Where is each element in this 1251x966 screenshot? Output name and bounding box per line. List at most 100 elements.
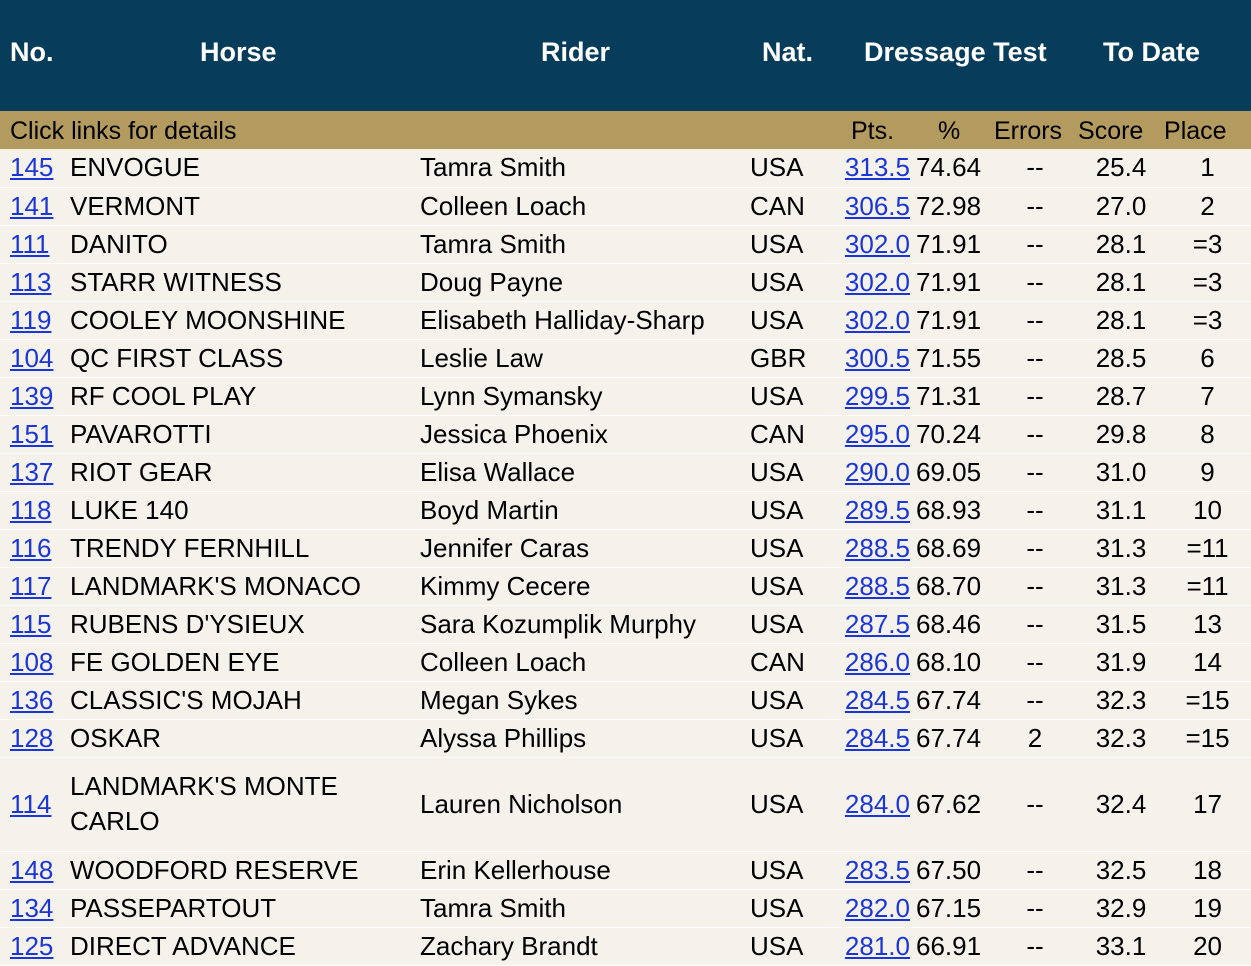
dressage-points-link[interactable]: 284.5 — [845, 723, 910, 753]
place-to-date: =3 — [1164, 263, 1251, 302]
entry-number-link[interactable]: 114 — [10, 789, 51, 819]
entry-number-link[interactable]: 136 — [10, 685, 53, 715]
dressage-points-link[interactable]: 288.5 — [845, 533, 910, 563]
subheader-pts: Pts. — [836, 111, 916, 149]
entry-number-link[interactable]: 119 — [10, 305, 51, 335]
nationality: CAN — [750, 643, 836, 682]
horse-name: FE GOLDEN EYE — [70, 643, 420, 682]
place-to-date: =11 — [1164, 567, 1251, 606]
score-to-date: 29.8 — [1078, 415, 1165, 454]
nationality: USA — [750, 377, 836, 416]
dressage-percent: 67.74 — [916, 681, 992, 720]
entry-number-link[interactable]: 141 — [10, 191, 53, 221]
table-row: 117 LANDMARK'S MONACO Kimmy Cecere USA 288.5… — [0, 567, 1251, 606]
place-to-date: 20 — [1164, 927, 1251, 966]
dressage-percent: 67.15 — [916, 889, 992, 928]
entry-number-link[interactable]: 117 — [10, 571, 51, 601]
dressage-percent: 67.62 — [916, 757, 992, 852]
results-table: No. Horse Rider Nat. Dressage Test To Da… — [0, 0, 1251, 966]
score-to-date: 31.0 — [1078, 453, 1165, 492]
entry-number-link[interactable]: 145 — [10, 152, 53, 182]
dressage-errors: -- — [992, 301, 1079, 340]
row-no-cell: 104 — [0, 339, 70, 378]
table-row: 118 LUKE 140 Boyd Martin USA 289.5 68.93 -- 31.… — [0, 491, 1251, 530]
rider-name: Colleen Loach — [420, 187, 750, 226]
score-to-date: 28.5 — [1078, 339, 1165, 378]
dressage-points-link[interactable]: 300.5 — [845, 343, 910, 373]
table-row: 119 COOLEY MOONSHINE Elisabeth Halliday-Sh… — [0, 301, 1251, 340]
rider-name: Elisabeth Halliday-Sharp — [420, 301, 750, 340]
dressage-points-link[interactable]: 284.5 — [845, 685, 910, 715]
place-to-date: 6 — [1164, 339, 1251, 378]
dressage-errors: -- — [992, 757, 1079, 852]
nationality: USA — [750, 889, 836, 928]
dressage-points-link[interactable]: 289.5 — [845, 495, 910, 525]
header-dressage-test: Dressage Test — [836, 0, 1079, 111]
dressage-points-link[interactable]: 283.5 — [845, 855, 910, 885]
entry-number-link[interactable]: 137 — [10, 457, 53, 487]
row-pts-cell: 300.5 — [836, 339, 916, 378]
dressage-points-link[interactable]: 290.0 — [845, 457, 910, 487]
row-no-cell: 113 — [0, 263, 70, 302]
row-pts-cell: 286.0 — [836, 643, 916, 682]
dressage-points-link[interactable]: 295.0 — [845, 419, 910, 449]
dressage-points-link[interactable]: 313.5 — [845, 152, 910, 182]
dressage-errors: 2 — [992, 719, 1079, 758]
table-row: 125 DIRECT ADVANCE Zachary Brandt USA 281.0 6… — [0, 927, 1251, 966]
table-row: 137 RIOT GEAR Elisa Wallace USA 290.0 69.05 --… — [0, 453, 1251, 492]
nationality: GBR — [750, 339, 836, 378]
table-row: 134 PASSEPARTOUT Tamra Smith USA 282.0 67.15-… — [0, 889, 1251, 928]
subheader-score: Score — [1078, 111, 1165, 149]
dressage-percent: 68.69 — [916, 529, 992, 568]
table-row: 114 LANDMARK'S MONTE CARLO Lauren Nicholso… — [0, 757, 1251, 852]
score-to-date: 32.5 — [1078, 851, 1165, 890]
row-pts-cell: 288.5 — [836, 567, 916, 606]
nationality: USA — [750, 851, 836, 890]
entry-number-link[interactable]: 134 — [10, 893, 53, 923]
nationality: USA — [750, 567, 836, 606]
dressage-points-link[interactable]: 286.0 — [845, 647, 910, 677]
rider-name: Kimmy Cecere — [420, 567, 750, 606]
nationality: CAN — [750, 187, 836, 226]
dressage-points-link[interactable]: 306.5 — [845, 191, 910, 221]
nationality: USA — [750, 927, 836, 966]
table-row: 113 STARR WITNESS Doug Payne USA 302.0 71.91-… — [0, 263, 1251, 302]
entry-number-link[interactable]: 108 — [10, 647, 53, 677]
row-pts-cell: 295.0 — [836, 415, 916, 454]
entry-number-link[interactable]: 151 — [10, 419, 53, 449]
entry-number-link[interactable]: 116 — [10, 533, 51, 563]
entry-number-link[interactable]: 128 — [10, 723, 53, 753]
dressage-points-link[interactable]: 299.5 — [845, 381, 910, 411]
dressage-percent: 71.91 — [916, 263, 992, 302]
row-pts-cell: 283.5 — [836, 851, 916, 890]
place-to-date: 13 — [1164, 605, 1251, 644]
score-to-date: 28.7 — [1078, 377, 1165, 416]
nationality: USA — [750, 149, 836, 188]
dressage-points-link[interactable]: 284.0 — [845, 789, 910, 819]
dressage-points-link[interactable]: 302.0 — [845, 305, 910, 335]
nationality: USA — [750, 491, 836, 530]
table-row: 141 VERMONT Colleen Loach CAN 306.5 72.98 -- 27… — [0, 187, 1251, 226]
nationality: USA — [750, 529, 836, 568]
entry-number-link[interactable]: 104 — [10, 343, 53, 373]
row-no-cell: 116 — [0, 529, 70, 568]
dressage-points-link[interactable]: 288.5 — [845, 571, 910, 601]
entry-number-link[interactable]: 118 — [10, 495, 51, 525]
horse-name: RUBENS D'YSIEUX — [70, 605, 420, 644]
entry-number-link[interactable]: 139 — [10, 381, 53, 411]
entry-number-link[interactable]: 111 — [10, 229, 50, 259]
header-row: No. Horse Rider Nat. Dressage Test To Da… — [0, 0, 1251, 111]
dressage-points-link[interactable]: 302.0 — [845, 267, 910, 297]
entry-number-link[interactable]: 115 — [10, 609, 51, 639]
nationality: USA — [750, 301, 836, 340]
dressage-points-link[interactable]: 282.0 — [845, 893, 910, 923]
horse-name: LUKE 140 — [70, 491, 420, 530]
entry-number-link[interactable]: 125 — [10, 931, 53, 961]
horse-name: RF COOL PLAY — [70, 377, 420, 416]
entry-number-link[interactable]: 148 — [10, 855, 53, 885]
entry-number-link[interactable]: 113 — [10, 267, 51, 297]
row-pts-cell: 287.5 — [836, 605, 916, 644]
dressage-points-link[interactable]: 287.5 — [845, 609, 910, 639]
dressage-points-link[interactable]: 281.0 — [845, 931, 910, 961]
dressage-points-link[interactable]: 302.0 — [845, 229, 910, 259]
